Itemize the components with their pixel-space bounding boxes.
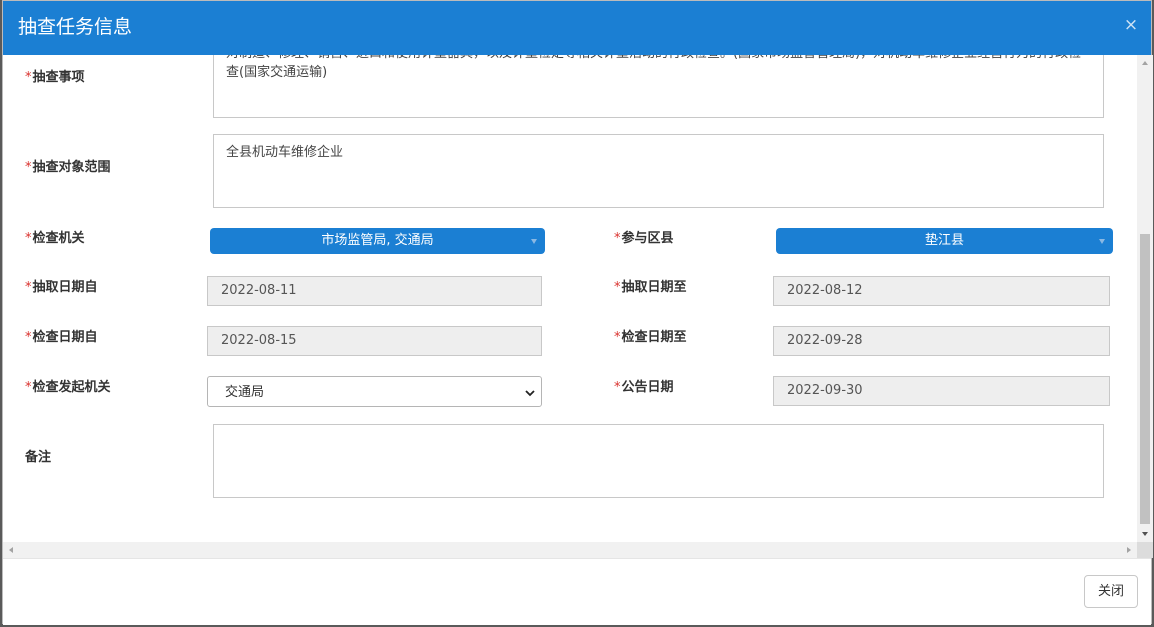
required-mark: *	[614, 280, 621, 295]
remarks-label: 备注	[25, 450, 52, 465]
task-info-modal: 抽查任务信息 × *抽查事项 对制造、修理、销售、进口和使用计量器具，以及计量检…	[2, 0, 1153, 625]
object-scope-textarea[interactable]: 全县机动车维修企业	[213, 134, 1104, 208]
chevron-down-icon	[525, 390, 535, 397]
check-date-to-input[interactable]: 2022-09-28	[773, 326, 1110, 356]
modal-body: *抽查事项 对制造、修理、销售、进口和使用计量器具，以及计量检定等相关计量活动的…	[3, 55, 1153, 558]
required-mark: *	[614, 380, 621, 395]
required-mark: *	[25, 380, 32, 395]
announce-date-input[interactable]: 2022-09-30	[773, 376, 1110, 406]
district-label: *参与区县	[614, 231, 674, 246]
object-scope-label: *抽查对象范围	[25, 160, 111, 175]
scroll-left-icon[interactable]	[3, 542, 20, 558]
required-mark: *	[614, 231, 621, 246]
draw-date-to-label: *抽取日期至	[614, 280, 687, 295]
horizontal-scrollbar[interactable]	[3, 542, 1137, 558]
district-multiselect[interactable]: 垫江县	[776, 228, 1113, 254]
scroll-up-icon[interactable]	[1137, 55, 1153, 72]
inspection-agency-multiselect[interactable]: 市场监管局, 交通局	[210, 228, 545, 254]
draw-date-from-label: *抽取日期自	[25, 280, 98, 295]
required-mark: *	[25, 70, 32, 85]
scroll-down-icon[interactable]	[1137, 525, 1153, 542]
scrollbar-corner	[1137, 542, 1153, 558]
draw-date-to-input[interactable]: 2022-08-12	[773, 276, 1110, 306]
remarks-textarea[interactable]	[213, 424, 1104, 498]
check-date-from-label: *检查日期自	[25, 330, 98, 345]
vertical-scrollbar[interactable]	[1137, 55, 1153, 542]
required-mark: *	[25, 231, 32, 246]
close-button[interactable]: 关闭	[1084, 575, 1138, 608]
vertical-scroll-thumb[interactable]	[1140, 234, 1150, 524]
required-mark: *	[25, 330, 32, 345]
draw-date-from-input[interactable]: 2022-08-11	[207, 276, 542, 306]
initiating-agency-select[interactable]: 交通局	[207, 376, 542, 407]
scroll-right-icon[interactable]	[1120, 542, 1137, 558]
close-icon[interactable]: ×	[1123, 15, 1139, 35]
initiating-agency-label: *检查发起机关	[25, 380, 111, 395]
required-mark: *	[25, 280, 32, 295]
check-date-from-input[interactable]: 2022-08-15	[207, 326, 542, 356]
caret-down-icon	[1099, 239, 1105, 244]
modal-header: 抽查任务信息 ×	[3, 1, 1151, 55]
caret-down-icon	[531, 239, 537, 244]
inspection-agency-label: *检查机关	[25, 231, 85, 246]
modal-footer: 关闭	[3, 558, 1151, 625]
inspection-items-label: *抽查事项	[25, 70, 85, 85]
check-date-to-label: *检查日期至	[614, 330, 687, 345]
inspection-items-textarea[interactable]: 对制造、修理、销售、进口和使用计量器具，以及计量检定等相关计量活动的行政检查。(…	[213, 55, 1104, 118]
form-content: *抽查事项 对制造、修理、销售、进口和使用计量器具，以及计量检定等相关计量活动的…	[3, 55, 1137, 542]
required-mark: *	[614, 330, 621, 345]
modal-title: 抽查任务信息	[18, 16, 133, 38]
required-mark: *	[25, 160, 32, 175]
announce-date-label: *公告日期	[614, 380, 674, 395]
